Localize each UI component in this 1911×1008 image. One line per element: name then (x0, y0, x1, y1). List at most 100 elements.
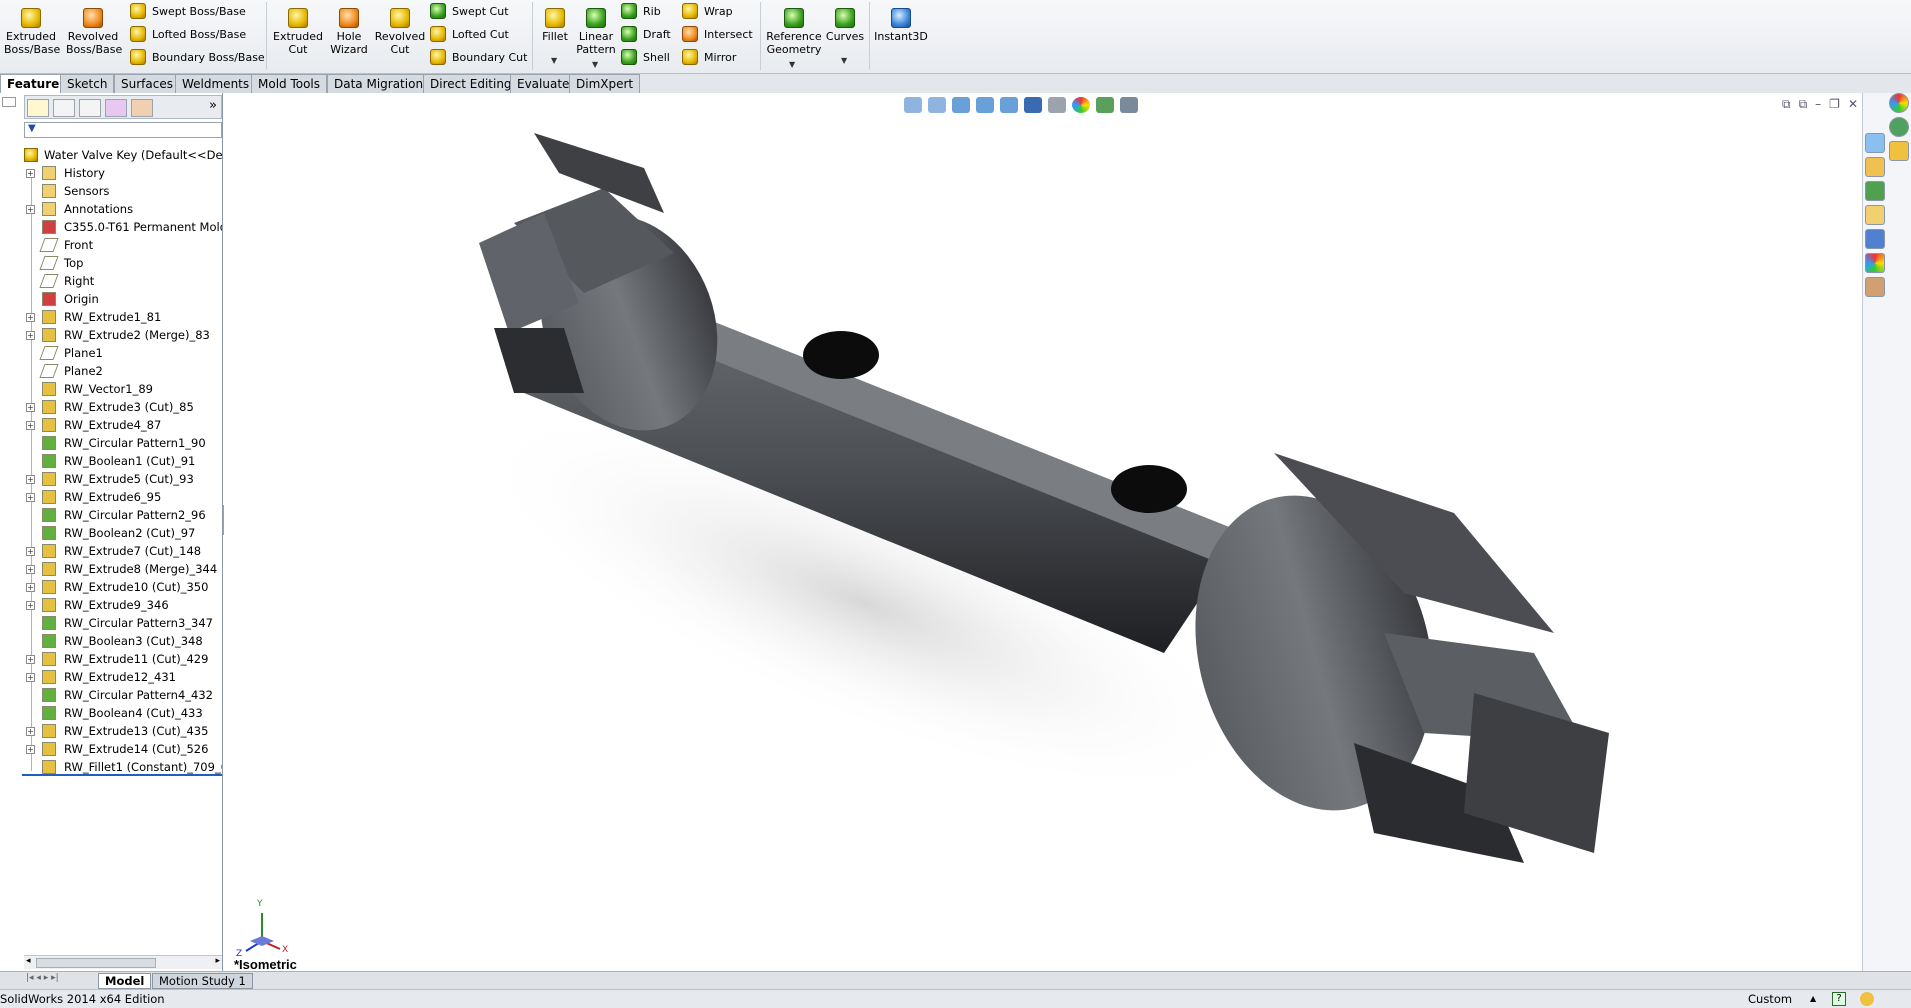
graphics-area[interactable]: ⧉ ⧉ – ❐ ✕ Y X Z *Isometric (224, 93, 1862, 971)
linear-pattern-button[interactable]: Linear Pattern (569, 4, 623, 56)
tab-model[interactable]: Model (98, 973, 152, 989)
tree-item[interactable]: Front (22, 236, 222, 254)
property-manager-tab-icon[interactable] (53, 99, 75, 117)
expand-node-icon[interactable]: + (26, 583, 35, 592)
tree-horizontal-scrollbar[interactable]: ◂ ▸ (24, 955, 222, 969)
scrollbar-thumb[interactable] (36, 958, 156, 968)
tree-item[interactable]: Right (22, 272, 222, 290)
expand-node-icon[interactable]: + (26, 493, 35, 502)
home-icon[interactable] (1865, 157, 1885, 177)
tree-item[interactable]: + RW_Extrude2 (Merge)_83 (22, 326, 222, 344)
tab-surfaces[interactable]: Surfaces (114, 74, 180, 93)
draft-button[interactable]: Draft (621, 24, 671, 44)
rebuild-status-icon[interactable] (1860, 992, 1874, 1006)
revolved-boss-button[interactable]: Revolved Boss/Base (66, 4, 122, 56)
tree-root-part[interactable]: Water Valve Key (Default<<Default> (22, 146, 222, 164)
expand-node-icon[interactable]: + (26, 313, 35, 322)
expand-node-icon[interactable]: + (26, 205, 35, 214)
tree-item[interactable]: Sensors (22, 182, 222, 200)
scroll-right-icon[interactable]: ▸ (215, 956, 220, 966)
globe-icon[interactable] (1889, 117, 1909, 137)
tab-evaluate[interactable]: Evaluate (510, 74, 577, 93)
lofted-boss-button[interactable]: Lofted Boss/Base (130, 24, 246, 44)
rib-button[interactable]: Rib (621, 1, 661, 21)
tree-item[interactable]: + RW_Extrude12_431 (22, 668, 222, 686)
panel-pin-icon[interactable] (2, 97, 16, 107)
tree-item[interactable]: Top (22, 254, 222, 272)
tree-filter-input[interactable]: ▼ (24, 122, 222, 138)
swept-boss-button[interactable]: Swept Boss/Base (130, 1, 246, 21)
reference-geometry-button[interactable]: Reference Geometry (764, 4, 824, 56)
tab-mold-tools[interactable]: Mold Tools (251, 74, 328, 93)
tree-item[interactable]: RW_Boolean1 (Cut)_91 (22, 452, 222, 470)
tab-weldments[interactable]: Weldments (175, 74, 257, 93)
wrap-button[interactable]: Wrap (682, 1, 733, 21)
swept-cut-button[interactable]: Swept Cut (430, 1, 509, 21)
solidworks-resources-icon[interactable] (1865, 133, 1885, 153)
extruded-cut-button[interactable]: Extruded Cut (271, 4, 325, 56)
expand-node-icon[interactable]: + (26, 475, 35, 484)
configuration-manager-tab-icon[interactable] (79, 99, 101, 117)
file-explorer-icon[interactable] (1865, 205, 1885, 225)
color-wheel-icon[interactable] (1889, 93, 1909, 113)
scroll-left-icon[interactable]: ◂ (26, 956, 31, 966)
tree-item[interactable]: RW_Circular Pattern4_432 (22, 686, 222, 704)
help-icon[interactable]: ? (1832, 992, 1846, 1006)
revolved-cut-button[interactable]: Revolved Cut (373, 4, 427, 56)
boundary-cut-button[interactable]: Boundary Cut (430, 47, 527, 67)
tree-item[interactable]: + RW_Extrude3 (Cut)_85 (22, 398, 222, 416)
tree-item[interactable]: C355.0-T61 Permanent Mold cast (22, 218, 222, 236)
extruded-boss-button[interactable]: Extruded Boss/Base (4, 4, 60, 56)
hole-wizard-button[interactable]: Hole Wizard (322, 4, 376, 56)
boundary-boss-button[interactable]: Boundary Boss/Base (130, 47, 265, 67)
tree-item[interactable]: + RW_Extrude14 (Cut)_526 (22, 740, 222, 758)
mirror-button[interactable]: Mirror (682, 47, 736, 67)
featuremanager-tree-tab-icon[interactable] (27, 99, 49, 117)
curves-button[interactable]: Curves (820, 4, 870, 43)
tree-item[interactable]: RW_Circular Pattern2_96 (22, 506, 222, 524)
expand-node-icon[interactable]: + (26, 673, 35, 682)
expand-node-icon[interactable]: + (26, 655, 35, 664)
expand-node-icon[interactable]: + (26, 421, 35, 430)
tree-item[interactable]: RW_Vector1_89 (22, 380, 222, 398)
tree-item[interactable]: Origin (22, 290, 222, 308)
intersect-button[interactable]: Intersect (682, 24, 753, 44)
tree-item[interactable]: + RW_Extrude1_81 (22, 308, 222, 326)
fillet-dropdown-icon[interactable]: ▼ (551, 56, 557, 65)
tree-item[interactable]: + RW_Extrude8 (Merge)_344 (22, 560, 222, 578)
tab-sketch[interactable]: Sketch (60, 74, 115, 93)
expand-node-icon[interactable]: + (26, 331, 35, 340)
tree-item[interactable]: + History (22, 164, 222, 182)
expand-node-icon[interactable]: + (26, 403, 35, 412)
tree-item[interactable]: + Annotations (22, 200, 222, 218)
shell-button[interactable]: Shell (621, 47, 670, 67)
expand-node-icon[interactable]: + (26, 169, 35, 178)
tab-motion-study-1[interactable]: Motion Study 1 (152, 973, 253, 989)
tree-item[interactable]: + RW_Extrude4_87 (22, 416, 222, 434)
expand-node-icon[interactable]: + (26, 565, 35, 574)
design-library-icon[interactable] (1865, 181, 1885, 201)
appearances-icon[interactable] (1865, 253, 1885, 273)
tree-item[interactable]: Plane1 (22, 344, 222, 362)
instant3d-button[interactable]: Instant3D (870, 4, 932, 43)
tree-item[interactable]: RW_Circular Pattern3_347 (22, 614, 222, 632)
tree-item[interactable]: RW_Boolean3 (Cut)_348 (22, 632, 222, 650)
tree-item[interactable]: + RW_Extrude11 (Cut)_429 (22, 650, 222, 668)
lofted-cut-button[interactable]: Lofted Cut (430, 24, 509, 44)
tab-dimxpert[interactable]: DimXpert (569, 74, 641, 93)
tab-direct-editing[interactable]: Direct Editing (423, 74, 519, 93)
linear-pattern-dropdown-icon[interactable]: ▼ (592, 60, 598, 69)
expand-node-icon[interactable]: + (26, 745, 35, 754)
tree-item[interactable]: + RW_Extrude13 (Cut)_435 (22, 722, 222, 740)
tree-item[interactable]: RW_Boolean2 (Cut)_97 (22, 524, 222, 542)
tab-data-migration[interactable]: Data Migration (327, 74, 431, 93)
custom-properties-icon[interactable] (1865, 277, 1885, 297)
display-manager-tab-icon[interactable] (131, 99, 153, 117)
reference-geometry-dropdown-icon[interactable]: ▼ (789, 60, 795, 69)
expand-chevron-icon[interactable]: » (209, 98, 217, 113)
tree-item[interactable]: RW_Fillet1 (Constant)_709_0 (22, 758, 222, 776)
dimxpert-manager-tab-icon[interactable] (105, 99, 127, 117)
tree-item[interactable]: + RW_Extrude6_95 (22, 488, 222, 506)
tree-item[interactable]: + RW_Extrude9_346 (22, 596, 222, 614)
tree-item[interactable]: + RW_Extrude5 (Cut)_93 (22, 470, 222, 488)
